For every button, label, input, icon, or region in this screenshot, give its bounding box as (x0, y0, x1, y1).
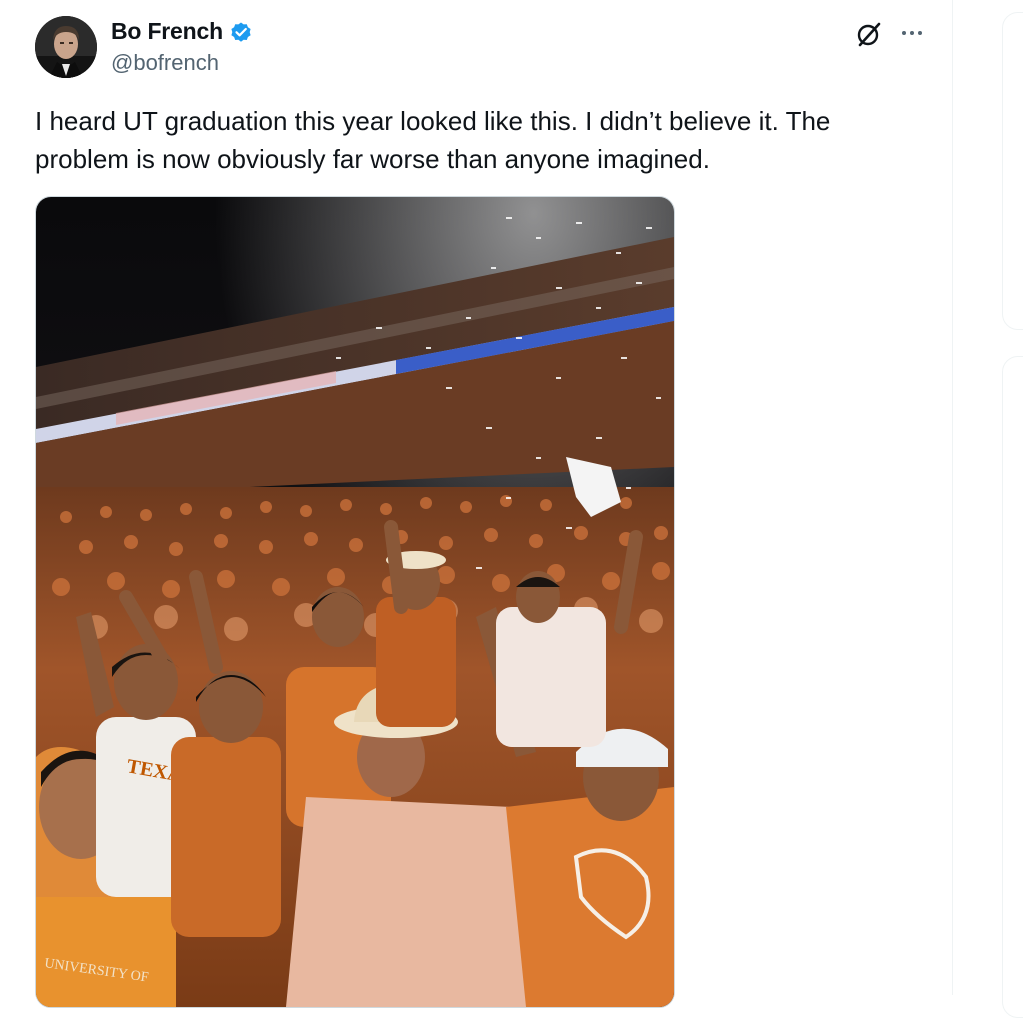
tweet-text: I heard UT graduation this year looked l… (35, 106, 831, 174)
sidebar-card (1002, 356, 1023, 1018)
more-dot (910, 31, 914, 35)
stadium-crowd-photo: UNIVERSITY OF TEXAS (36, 197, 674, 1007)
column-divider (952, 0, 953, 995)
author-handle[interactable]: @bofrench (111, 50, 219, 76)
more-icon[interactable] (897, 18, 927, 48)
author-avatar[interactable] (35, 16, 97, 78)
author-name-row[interactable]: Bo French (111, 18, 253, 45)
tweet-article[interactable]: Bo French @bofrench I heard UT graduatio… (0, 0, 952, 1008)
author-display-name[interactable]: Bo French (111, 18, 223, 45)
verified-badge-icon[interactable] (229, 20, 253, 44)
grok-icon[interactable] (853, 18, 885, 50)
tweet-photo[interactable]: UNIVERSITY OF TEXAS (35, 196, 675, 1008)
more-dot (902, 31, 906, 35)
sidebar-card (1002, 12, 1023, 330)
more-dot (918, 31, 922, 35)
